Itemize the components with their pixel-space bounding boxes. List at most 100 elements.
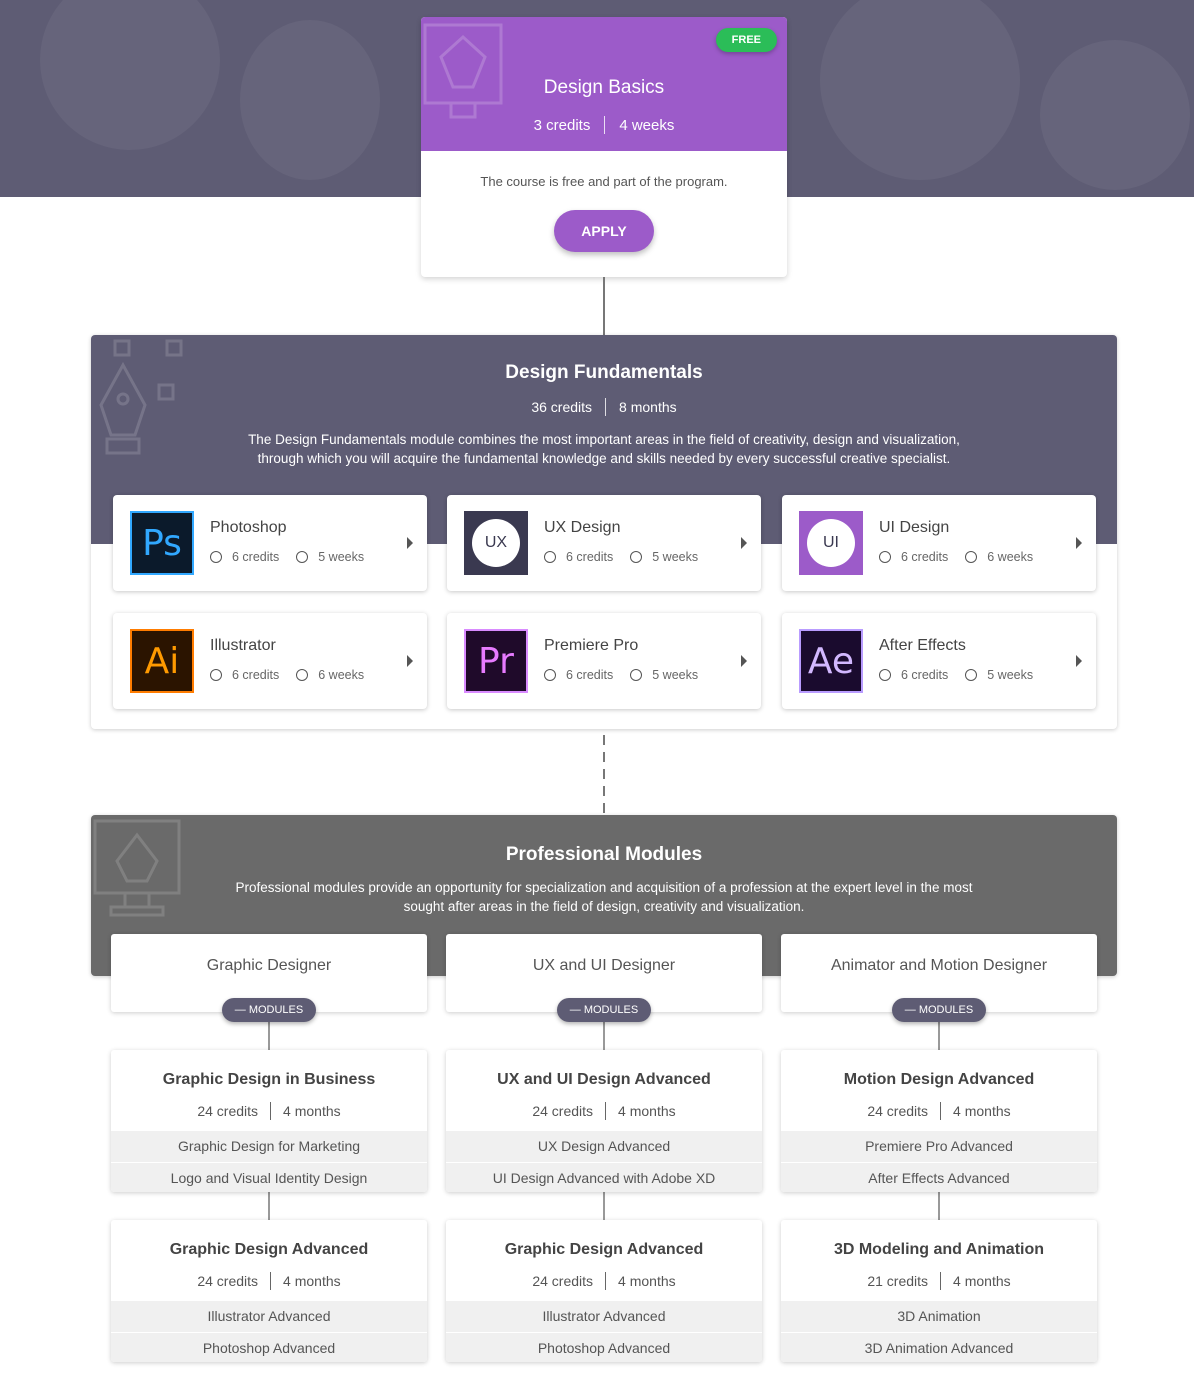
- course-meta: 6 credits 6 weeks: [879, 550, 1033, 564]
- course-card-after-effects[interactable]: Ae After Effects 6 credits 5 weeks: [782, 613, 1096, 709]
- module-meta: 24 credits 4 months: [446, 1102, 762, 1120]
- module-meta: 24 credits 4 months: [446, 1272, 762, 1290]
- module-course-item: Photoshop Advanced: [446, 1332, 762, 1362]
- design-fundamentals-section: Design Fundamentals 36 credits 8 months …: [91, 335, 1117, 729]
- apply-button[interactable]: APPLY: [554, 210, 654, 252]
- course-name: Photoshop: [210, 519, 287, 536]
- module-course-item: Illustrator Advanced: [446, 1301, 762, 1332]
- credits-text: 6 credits: [232, 668, 280, 682]
- module-card[interactable]: Graphic Design Advanced 24 credits 4 mon…: [446, 1220, 762, 1362]
- module-card[interactable]: UX and UI Design Advanced 24 credits 4 m…: [446, 1050, 762, 1192]
- course-card-premiere-pro[interactable]: Pr Premiere Pro 6 credits 5 weeks: [447, 613, 761, 709]
- module-title: Motion Design Advanced: [843, 1071, 1035, 1088]
- module-card[interactable]: Graphic Design in Business 24 credits 4 …: [111, 1050, 427, 1192]
- clock-icon: [630, 669, 643, 681]
- module-card[interactable]: 3D Modeling and Animation 21 credits 4 m…: [781, 1220, 1097, 1362]
- duration-text: 4 weeks: [619, 116, 675, 134]
- duration-text: 6 weeks: [987, 550, 1034, 564]
- connector-line: [268, 1192, 270, 1220]
- meta-divider: [605, 1102, 607, 1120]
- credits-icon: [544, 669, 556, 681]
- modules-toggle-button[interactable]: — MODULES: [892, 998, 986, 1022]
- module-meta: 21 credits 4 months: [781, 1272, 1097, 1290]
- duration-text: 8 months: [619, 399, 677, 415]
- course-card-ux-design[interactable]: UX UX Design 6 credits 5 weeks: [447, 495, 761, 591]
- meta-divider: [605, 398, 607, 416]
- duration-text: 5 weeks: [318, 550, 365, 564]
- module-course-item: 3D Animation: [781, 1301, 1097, 1332]
- module-course-item: 3D Animation Advanced: [781, 1332, 1097, 1362]
- ui-icon: UI: [799, 511, 863, 575]
- design-basics-description: The course is free and part of the progr…: [480, 174, 728, 189]
- module-title: 3D Modeling and Animation: [833, 1241, 1045, 1258]
- course-card-ui-design[interactable]: UI UI Design 6 credits 6 weeks: [782, 495, 1096, 591]
- duration-text: 5 weeks: [987, 668, 1034, 682]
- description-line: Professional modules provide an opportun…: [235, 880, 973, 895]
- illustrator-icon: Ai: [130, 629, 194, 693]
- professional-modules-title: Professional Modules: [505, 844, 703, 865]
- course-name: UI Design: [879, 519, 950, 536]
- module-course-item: Premiere Pro Advanced: [781, 1131, 1097, 1162]
- duration-text: 6 weeks: [318, 668, 365, 682]
- course-meta: 6 credits 5 weeks: [879, 668, 1033, 682]
- chevron-right-icon: [1076, 537, 1082, 549]
- credits-text: 21 credits: [867, 1273, 929, 1289]
- design-fundamentals-description: The Design Fundamentals module combines …: [191, 431, 1017, 468]
- clock-icon: [296, 551, 309, 563]
- modules-toggle-button[interactable]: — MODULES: [557, 998, 651, 1022]
- design-fundamentals-meta: 36 credits 8 months: [91, 398, 1117, 416]
- credits-text: 24 credits: [532, 1273, 594, 1289]
- photoshop-icon: Ps: [130, 511, 194, 575]
- credits-text: 6 credits: [901, 550, 949, 564]
- module-course-item: Illustrator Advanced: [111, 1301, 427, 1332]
- credits-text: 24 credits: [197, 1103, 259, 1119]
- design-basics-header: FREE Design Basics 3 credits 4 weeks: [421, 17, 787, 151]
- meta-divider: [604, 116, 606, 134]
- course-meta: 6 credits 5 weeks: [544, 668, 698, 682]
- chevron-right-icon: [1076, 655, 1082, 667]
- credits-icon: [879, 551, 891, 563]
- course-meta: 6 credits 6 weeks: [210, 668, 364, 682]
- module-meta: 24 credits 4 months: [781, 1102, 1097, 1120]
- modules-toggle-button[interactable]: — MODULES: [222, 998, 316, 1022]
- after-effects-icon: Ae: [799, 629, 863, 693]
- description-line: sought after areas in the field of desig…: [403, 898, 805, 914]
- course-card-photoshop[interactable]: Ps Photoshop 6 credits 5 weeks: [113, 495, 427, 591]
- monitor-pen-icon: [93, 819, 181, 917]
- chevron-right-icon: [741, 537, 747, 549]
- duration-text: 4 months: [953, 1273, 1011, 1289]
- clock-icon: [965, 669, 978, 681]
- course-name: Premiere Pro: [544, 637, 639, 654]
- ux-icon: UX: [464, 511, 528, 575]
- clock-icon: [296, 669, 309, 681]
- course-name: Illustrator: [210, 637, 276, 654]
- clock-icon: [630, 551, 643, 563]
- meta-divider: [270, 1272, 272, 1290]
- duration-text: 4 months: [618, 1273, 676, 1289]
- credits-text: 24 credits: [532, 1103, 594, 1119]
- course-card-illustrator[interactable]: Ai Illustrator 6 credits 6 weeks: [113, 613, 427, 709]
- chevron-right-icon: [407, 537, 413, 549]
- module-card[interactable]: Motion Design Advanced 24 credits 4 mont…: [781, 1050, 1097, 1192]
- connector-line: [268, 1020, 270, 1050]
- module-meta: 24 credits 4 months: [111, 1272, 427, 1290]
- credits-text: 6 credits: [232, 550, 280, 564]
- design-basics-meta: 3 credits 4 weeks: [421, 116, 787, 134]
- duration-text: 5 weeks: [652, 550, 699, 564]
- chevron-right-icon: [741, 655, 747, 667]
- module-course-item: Graphic Design for Marketing: [111, 1131, 427, 1162]
- credits-icon: [210, 669, 222, 681]
- credits-text: 24 credits: [867, 1103, 929, 1119]
- credits-icon: [544, 551, 556, 563]
- duration-text: 5 weeks: [652, 668, 699, 682]
- credits-text: 24 credits: [197, 1273, 259, 1289]
- design-basics-title: Design Basics: [543, 77, 665, 98]
- design-fundamentals-title: Design Fundamentals: [505, 362, 703, 383]
- free-badge: FREE: [715, 28, 777, 52]
- credits-icon: [879, 669, 891, 681]
- credits-text: 6 credits: [566, 550, 614, 564]
- duration-text: 4 months: [283, 1273, 341, 1289]
- premiere-pro-icon: Pr: [464, 629, 528, 693]
- module-card[interactable]: Graphic Design Advanced 24 credits 4 mon…: [111, 1220, 427, 1362]
- course-meta: 6 credits 5 weeks: [544, 550, 698, 564]
